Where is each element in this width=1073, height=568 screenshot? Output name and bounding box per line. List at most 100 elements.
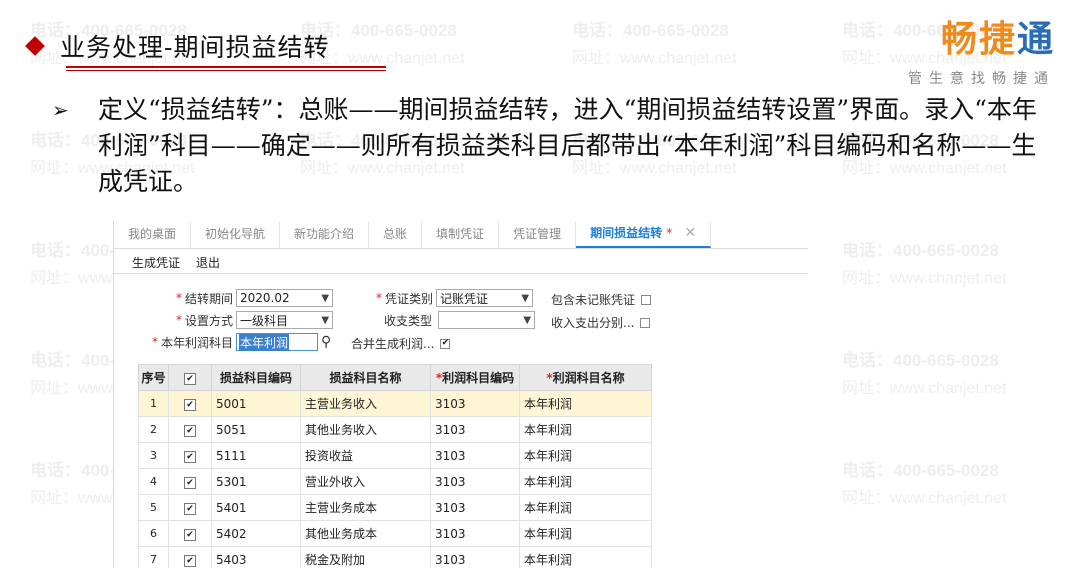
table-row[interactable]: 3 ✔ 5111 投资收益 3103 本年利润 [138,442,652,469]
required-mark: * [152,335,158,349]
cell-profit-code[interactable]: 3103 [430,390,520,417]
row-checkbox[interactable]: ✔ [184,555,196,568]
period-select[interactable]: 2020.02 ▼ [236,289,334,307]
cell-seq: 4 [138,468,169,495]
cell-code[interactable]: 5403 [211,546,301,568]
tab-general-ledger[interactable]: 总账 [369,221,423,248]
cell-code[interactable]: 5402 [211,520,301,547]
select-all-checkbox[interactable]: ✔ [184,373,196,386]
table-header-row: 序号 ✔ 损益科目编码 损益科目名称 *利润科目编码 *利润科目名称 [138,364,652,391]
col-profit-name: *利润科目名称 [519,364,652,391]
cell-profit-name[interactable]: 本年利润 [519,442,652,469]
cell-check[interactable]: ✔ [168,416,212,443]
cell-name[interactable]: 营业外收入 [300,468,431,495]
cell-code[interactable]: 5401 [211,494,301,521]
tab-new-features[interactable]: 新功能介绍 [280,221,370,248]
profit-account-input[interactable]: 本年利润 [236,333,319,351]
generate-voucher-button[interactable]: 生成凭证 [132,254,180,271]
method-select[interactable]: 一级科目 ▼ [236,311,334,329]
cell-profit-name[interactable]: 本年利润 [519,520,652,547]
cell-profit-code[interactable]: 3103 [430,442,520,469]
cell-profit-name[interactable]: 本年利润 [519,390,652,417]
method-label: 设置方式 [185,313,234,328]
cell-code[interactable]: 5111 [211,442,301,469]
close-tab-icon[interactable]: ✕ [684,225,696,241]
cell-profit-name[interactable]: 本年利润 [519,416,652,443]
table-row[interactable]: 4 ✔ 5301 营业外收入 3103 本年利润 [138,468,652,495]
cell-check[interactable]: ✔ [168,546,212,568]
table-row[interactable]: 5 ✔ 5401 主营业务成本 3103 本年利润 [138,494,652,521]
cell-code[interactable]: 5051 [211,416,301,443]
cell-profit-code[interactable]: 3103 [430,546,520,568]
search-icon[interactable]: ⚲ [321,334,331,350]
cell-name[interactable]: 税金及附加 [300,546,431,568]
tab-fill-voucher[interactable]: 填制凭证 [422,221,500,248]
app-screenshot: 我的桌面 初始化导航 新功能介绍 总账 填制凭证 凭证管理 期间损益结转 * ✕… [113,221,808,568]
row-checkbox[interactable]: ✔ [184,529,196,542]
include-unposted-checkbox[interactable] [641,294,652,305]
row-checkbox[interactable]: ✔ [184,503,196,516]
cell-check[interactable]: ✔ [168,390,212,417]
table-row[interactable]: 6 ✔ 5402 其他业务成本 3103 本年利润 [138,520,652,547]
col-select-all[interactable]: ✔ [168,364,212,391]
cell-profit-name[interactable]: 本年利润 [519,546,652,568]
cell-profit-code[interactable]: 3103 [430,468,520,495]
table-row[interactable]: 1 ✔ 5001 主营业务收入 3103 本年利润 [138,390,652,417]
cell-code[interactable]: 5301 [211,468,301,495]
row-checkbox[interactable]: ✔ [184,399,196,412]
chevron-down-icon: ▼ [321,314,330,326]
cell-name[interactable]: 其他业务成本 [300,520,431,547]
split-checkbox[interactable] [640,317,651,328]
period-label: 结转期间 [185,291,234,306]
profit-account-label: 本年利润科目 [161,335,234,350]
toolbar: 生成凭证 退出 [114,251,808,274]
col-profit-code-label: 利润科目编码 [442,371,515,385]
required-mark: * [376,291,382,305]
income-type-select[interactable]: ▼ [438,311,536,329]
method-value: 一级科目 [240,313,289,328]
row-checkbox[interactable]: ✔ [184,451,196,464]
cell-code[interactable]: 5001 [211,390,301,417]
col-profit-name-label: 利润科目名称 [552,371,625,385]
cell-name[interactable]: 主营业务收入 [300,390,431,417]
cell-check[interactable]: ✔ [168,520,212,547]
cell-check[interactable]: ✔ [168,494,212,521]
watermark: 电话：400-665-0028网址：www.chanjet.net [842,351,1007,397]
cell-name[interactable]: 其他业务收入 [300,416,431,443]
diamond-bullet-icon [25,36,45,56]
voucher-type-value: 记账凭证 [440,291,489,306]
table-row[interactable]: 2 ✔ 5051 其他业务收入 3103 本年利润 [138,416,652,443]
split-label: 收入支出分别... [551,316,635,330]
exit-button[interactable]: 退出 [196,254,220,271]
modified-mark: * [666,226,673,240]
cell-profit-name[interactable]: 本年利润 [519,494,652,521]
cell-profit-name[interactable]: 本年利润 [519,468,652,495]
cell-seq: 1 [138,390,169,417]
watermark: 电话：400-665-0028网址：www.chanjet.net [842,241,1007,287]
voucher-type-row: * 凭证类别 记账凭证 ▼ [376,289,534,307]
tab-init-guide[interactable]: 初始化导航 [191,221,281,248]
tab-period-pl-transfer[interactable]: 期间损益结转 * ✕ [576,221,712,248]
row-checkbox[interactable]: ✔ [184,425,196,438]
voucher-type-label: 凭证类别 [385,291,434,306]
profit-account-value: 本年利润 [239,333,290,351]
cell-name[interactable]: 投资收益 [300,442,431,469]
cell-seq: 6 [138,520,169,547]
table-row[interactable]: 7 ✔ 5403 税金及附加 3103 本年利润 [138,546,652,568]
cell-check[interactable]: ✔ [168,442,212,469]
tab-my-desktop[interactable]: 我的桌面 [114,221,192,248]
income-type-label: 收支类型 [384,313,433,328]
tab-voucher-management[interactable]: 凭证管理 [499,221,577,248]
include-unposted-row: 包含未记账凭证 [551,291,652,308]
merge-checkbox[interactable]: ✔ [440,338,451,349]
cell-profit-code[interactable]: 3103 [430,520,520,547]
row-checkbox[interactable]: ✔ [184,477,196,490]
cell-profit-code[interactable]: 3103 [430,494,520,521]
cell-name[interactable]: 主营业务成本 [300,494,431,521]
voucher-type-select[interactable]: 记账凭证 ▼ [436,289,534,307]
profit-account-row: * 本年利润科目 本年利润 ⚲ [152,333,331,351]
bullet-paragraph: ➢ 定义“损益结转”：总账——期间损益结转，进入“期间损益结转设置”界面。录入“… [52,92,1052,200]
cell-profit-code[interactable]: 3103 [430,416,520,443]
watermark: 电话：400-665-0028网址：www.chanjet.net [572,21,737,67]
cell-check[interactable]: ✔ [168,468,212,495]
